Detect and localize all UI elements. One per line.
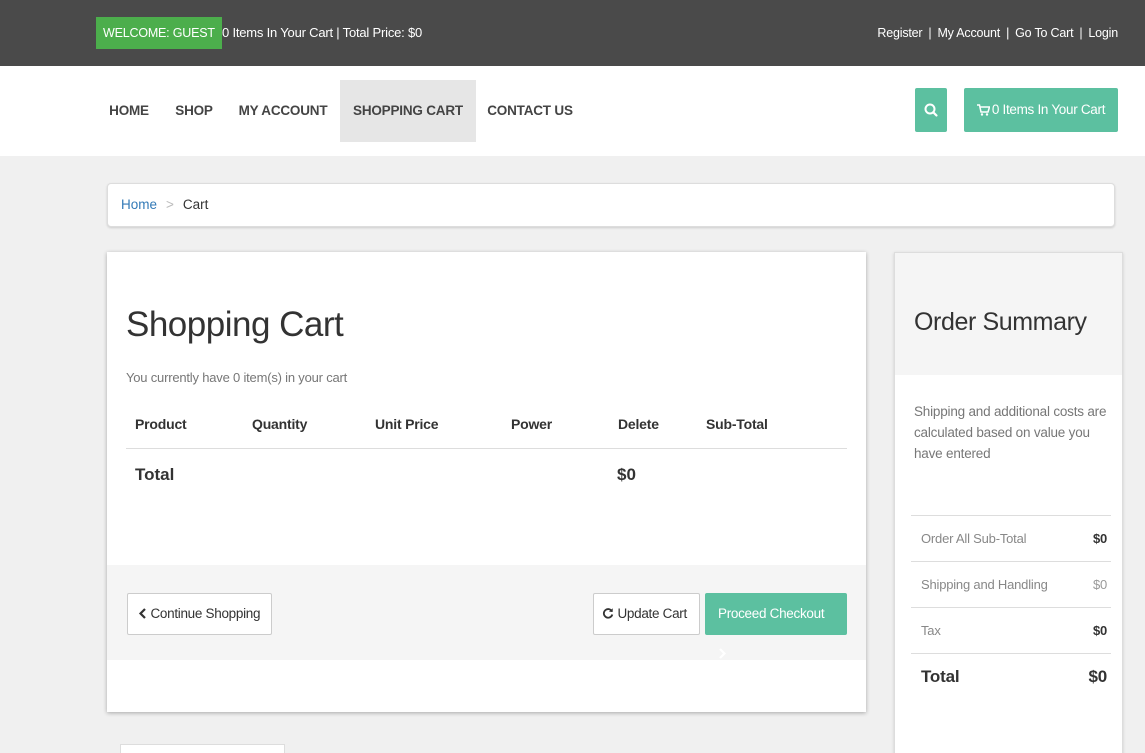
header-cart-button[interactable]: 0 Items In Your Cart [964,88,1118,132]
cart-total-label: Total [135,465,175,484]
summary-total-label: Total [921,667,960,686]
summary-row-label: Shipping and Handling [921,577,1048,592]
breadcrumb: Home > Cart [107,183,1115,227]
link-separator: | [1006,26,1010,40]
column-header-quantity: Quantity [252,416,308,432]
column-header-power: Power [511,416,553,432]
refresh-icon [602,608,614,619]
cart-item-count-text: You currently have 0 item(s) in your car… [126,370,348,385]
go-to-cart-link[interactable]: Go To Cart [1015,26,1073,40]
table-header-divider [126,448,847,449]
register-link[interactable]: Register [877,26,922,40]
summary-row-subtotal: Order All Sub-Total $0 [911,515,1111,561]
proceed-checkout-button[interactable]: Proceed Checkout [705,593,847,659]
chevron-right-icon [719,648,727,659]
update-cart-button[interactable]: Update Cart [593,593,700,635]
link-separator: | [928,26,932,40]
summary-row-value: $0 [1092,623,1107,638]
order-summary-title: Order Summary [914,308,1087,336]
cart-total-value: $0 [617,465,636,484]
order-summary-description: Shipping and additional costs are calcul… [914,404,1107,461]
nav-my-account[interactable]: MY ACCOUNT [230,80,336,142]
partial-panel [120,744,285,753]
cart-summary-text: 0 Items In Your Cart | Total Price: $0 [222,25,423,40]
continue-shopping-label: Continue Shopping [150,606,261,621]
order-summary-panel: Order Summary Shipping and additional co… [894,252,1123,753]
shopping-cart-icon [976,104,991,116]
my-account-link[interactable]: My Account [937,26,1000,40]
search-icon [924,103,938,117]
shopping-cart-panel: Shopping Cart You currently have 0 item(… [107,252,866,712]
column-header-delete: Delete [618,416,659,432]
summary-row-total: Total $0 [911,653,1111,699]
login-link[interactable]: Login [1088,26,1118,40]
breadcrumb-home-link[interactable]: Home [121,197,157,212]
proceed-checkout-label: Proceed Checkout [718,606,825,621]
update-cart-label: Update Cart [617,606,687,621]
summary-row-shipping: Shipping and Handling $0 [911,561,1111,607]
continue-shopping-button[interactable]: Continue Shopping [127,593,272,635]
header-cart-label: 0 Items In Your Cart [991,102,1106,117]
summary-row-label: Order All Sub-Total [921,531,1027,546]
order-summary-header: Order Summary [895,253,1122,375]
account-links: Register | My Account | Go To Cart | Login [877,17,1118,49]
main-navbar: HOME SHOP MY ACCOUNT SHOPPING CART CONTA… [0,66,1145,156]
column-header-unit-price: Unit Price [375,416,439,432]
summary-row-value: $0 [1092,577,1107,592]
search-button[interactable] [915,88,947,132]
link-separator: | [1079,26,1083,40]
cart-actions-bar: Continue Shopping Update Cart Proceed Ch… [107,565,866,660]
page-title: Shopping Cart [126,305,344,344]
breadcrumb-current: Cart [182,197,209,212]
nav-shopping-cart[interactable]: SHOPPING CART [340,80,476,142]
chevron-left-icon [138,608,146,619]
nav-home[interactable]: HOME [100,80,158,142]
column-header-sub-total: Sub-Total [706,416,768,432]
summary-row-label: Tax [921,623,941,638]
top-bar: WELCOME: GUEST 0 Items In Your Cart | To… [0,0,1145,66]
nav-contact-us[interactable]: CONTACT US [480,80,580,142]
summary-row-tax: Tax $0 [911,607,1111,653]
nav-shop[interactable]: SHOP [166,80,222,142]
welcome-badge: WELCOME: GUEST [96,17,222,49]
summary-row-value: $0 [1092,531,1107,546]
column-header-product: Product [135,416,187,432]
summary-total-value: $0 [1088,667,1107,686]
breadcrumb-separator: > [166,197,174,212]
